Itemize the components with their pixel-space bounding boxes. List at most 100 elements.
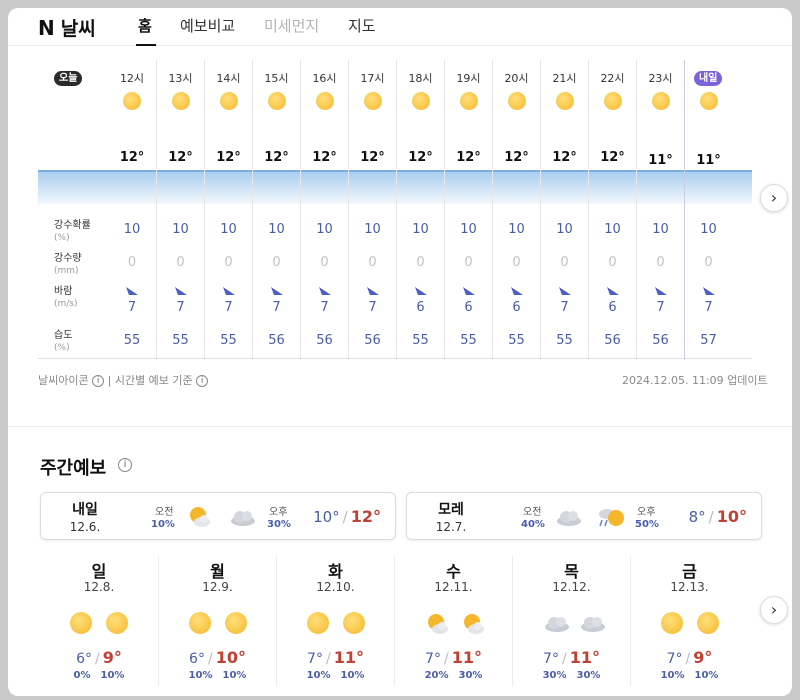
weekly-next-button[interactable]: › <box>760 596 788 624</box>
sun-icon <box>106 612 128 634</box>
pm-precip: 30% <box>576 670 601 681</box>
hourly-basis-link[interactable]: 시간별 예보 기준 <box>115 374 193 387</box>
hour-precip-amount: 0 <box>464 255 473 270</box>
row-label-precip-amount: 강수량 (mm) <box>54 253 82 277</box>
am-weather <box>189 612 213 636</box>
high-temp: 11° <box>569 648 600 667</box>
hour-precip-prob: 10 <box>700 222 717 237</box>
tomorrow-badge: 내일 <box>694 71 723 86</box>
row-label-humidity: 습도 (%) <box>54 330 72 354</box>
high-temp: 11° <box>451 648 482 667</box>
temp-slash: / <box>342 508 348 526</box>
hour-humidity: 56 <box>604 333 621 348</box>
hour-humidity: 55 <box>460 333 477 348</box>
day-date: 12.7. <box>435 520 467 534</box>
hour-humidity: 57 <box>700 333 717 348</box>
logo[interactable]: N 날씨 <box>38 14 96 41</box>
low-temp: 8° <box>688 508 706 526</box>
temp-range: 10°/12° <box>313 507 381 526</box>
am-weather <box>425 612 449 636</box>
hour-humidity: 55 <box>172 333 189 348</box>
info-icon[interactable]: i <box>196 375 209 387</box>
tab-map[interactable]: 지도 <box>348 15 376 36</box>
hourly-forecast[interactable]: 오늘 강수확률 (%) 강수량 (mm) 바람 (m/s) 습도 (%) 12시… <box>38 60 752 360</box>
hour-temp: 12° <box>408 150 433 165</box>
day-date: 12.10. <box>316 580 355 594</box>
hour-humidity: 56 <box>364 333 381 348</box>
hour-column: 14시 12° 10 0 7 55 <box>204 60 252 360</box>
logo-text: 날씨 <box>60 18 96 40</box>
am-label: 오전 <box>523 507 542 518</box>
day-date: 12.6. <box>69 520 101 534</box>
low-temp: 6° <box>189 651 205 667</box>
am-precip: 0% <box>73 670 91 681</box>
am-weather <box>543 612 569 636</box>
day-card-tomorrow[interactable]: 내일 12.6. 오전 10% 오후 30% 10°/12° <box>40 492 396 540</box>
hour-temp: 12° <box>119 150 145 165</box>
hour-wind: 6 <box>464 300 473 315</box>
hour-precip-amount: 0 <box>416 255 425 270</box>
hour-precip-prob: 10 <box>604 222 621 237</box>
pm-precip: 10% <box>222 670 247 681</box>
weekly-day-column[interactable]: 일 12.8. 6°/9° 0% 10% <box>40 556 158 686</box>
info-icon[interactable]: i <box>118 458 132 472</box>
temp-range: 6°/10° <box>159 648 276 667</box>
hour-wind: 7 <box>560 300 569 315</box>
hour-time: 19시 <box>456 72 481 85</box>
hour-temp: 12° <box>264 150 289 165</box>
hour-humidity: 55 <box>412 333 429 348</box>
sun-icon <box>172 92 190 110</box>
weekly-day-column[interactable]: 수 12.11. 7°/11° 20% 30% <box>394 556 512 686</box>
day-card-day-after[interactable]: 모레 12.7. 오전 40% 오후 50% 8°/10° <box>406 492 762 540</box>
wind-direction-icon <box>655 287 667 295</box>
weather-icon-link[interactable]: 날씨아이콘 <box>38 374 89 387</box>
wind-direction-icon <box>223 287 235 295</box>
hour-precip-amount: 0 <box>512 255 521 270</box>
weather-card: N 날씨 홈 예보비교 미세먼지 지도 오늘 강수확률 (%) 강수량 (mm)… <box>8 8 792 696</box>
precip-range: 10% 10% <box>159 670 276 681</box>
hour-temp: 12° <box>312 150 337 165</box>
weekly-day-column[interactable]: 화 12.10. 7°/11° 10% 10% <box>276 556 394 686</box>
hour-wind: 7 <box>127 300 137 315</box>
weekly-day-column[interactable]: 목 12.12. 7°/11° 30% 30% <box>512 556 630 686</box>
low-temp: 7° <box>307 651 323 667</box>
weekly-day-column[interactable]: 월 12.9. 6°/10° 10% 10% <box>158 556 276 686</box>
tab-fine-dust[interactable]: 미세먼지 <box>264 15 319 36</box>
wind-direction-icon <box>126 287 138 295</box>
precip-range: 20% 30% <box>395 670 512 681</box>
hour-humidity: 55 <box>508 333 525 348</box>
wind-direction-icon <box>367 287 379 295</box>
tab-forecast-compare[interactable]: 예보비교 <box>180 15 235 36</box>
weekly-day-column[interactable]: 금 12.13. 7°/9° 10% 10% <box>630 556 748 686</box>
wind-unit: (m/s) <box>54 299 78 309</box>
temp-slash: / <box>443 651 449 667</box>
hourly-next-button[interactable]: › <box>760 184 788 212</box>
hour-wind: 6 <box>416 300 425 315</box>
am-precip: 40% <box>521 519 545 530</box>
hour-column: 17시 12° 10 0 7 56 <box>348 60 396 360</box>
temp-slash: / <box>685 651 691 667</box>
hour-humidity: 56 <box>652 333 669 348</box>
hour-wind: 6 <box>608 300 617 315</box>
hour-precip-amount: 0 <box>656 255 665 270</box>
wind-direction-icon <box>511 287 523 295</box>
hour-precip-prob: 10 <box>652 222 669 237</box>
wind-direction-icon <box>319 287 331 295</box>
tab-home[interactable]: 홈 <box>138 15 152 36</box>
hour-precip-prob: 10 <box>268 222 285 237</box>
day-name: 목 <box>564 562 579 581</box>
info-icon[interactable]: i <box>92 375 105 387</box>
hour-humidity: 55 <box>220 333 237 348</box>
hour-column: 21시 12° 10 0 7 55 <box>540 60 588 360</box>
hour-column: 12시 12° 10 0 7 55 <box>108 60 156 360</box>
hour-temp: 11° <box>696 153 721 168</box>
humidity-unit: (%) <box>54 343 70 353</box>
hour-time: 20시 <box>504 72 529 85</box>
day-date: 12.8. <box>83 580 115 594</box>
hour-temp: 12° <box>600 150 625 165</box>
footer-separator: | <box>107 374 112 387</box>
partly-cloudy-icon <box>190 507 210 527</box>
sun-icon <box>556 92 574 110</box>
low-temp: 7° <box>425 651 441 667</box>
hour-precip-amount: 0 <box>127 255 137 270</box>
